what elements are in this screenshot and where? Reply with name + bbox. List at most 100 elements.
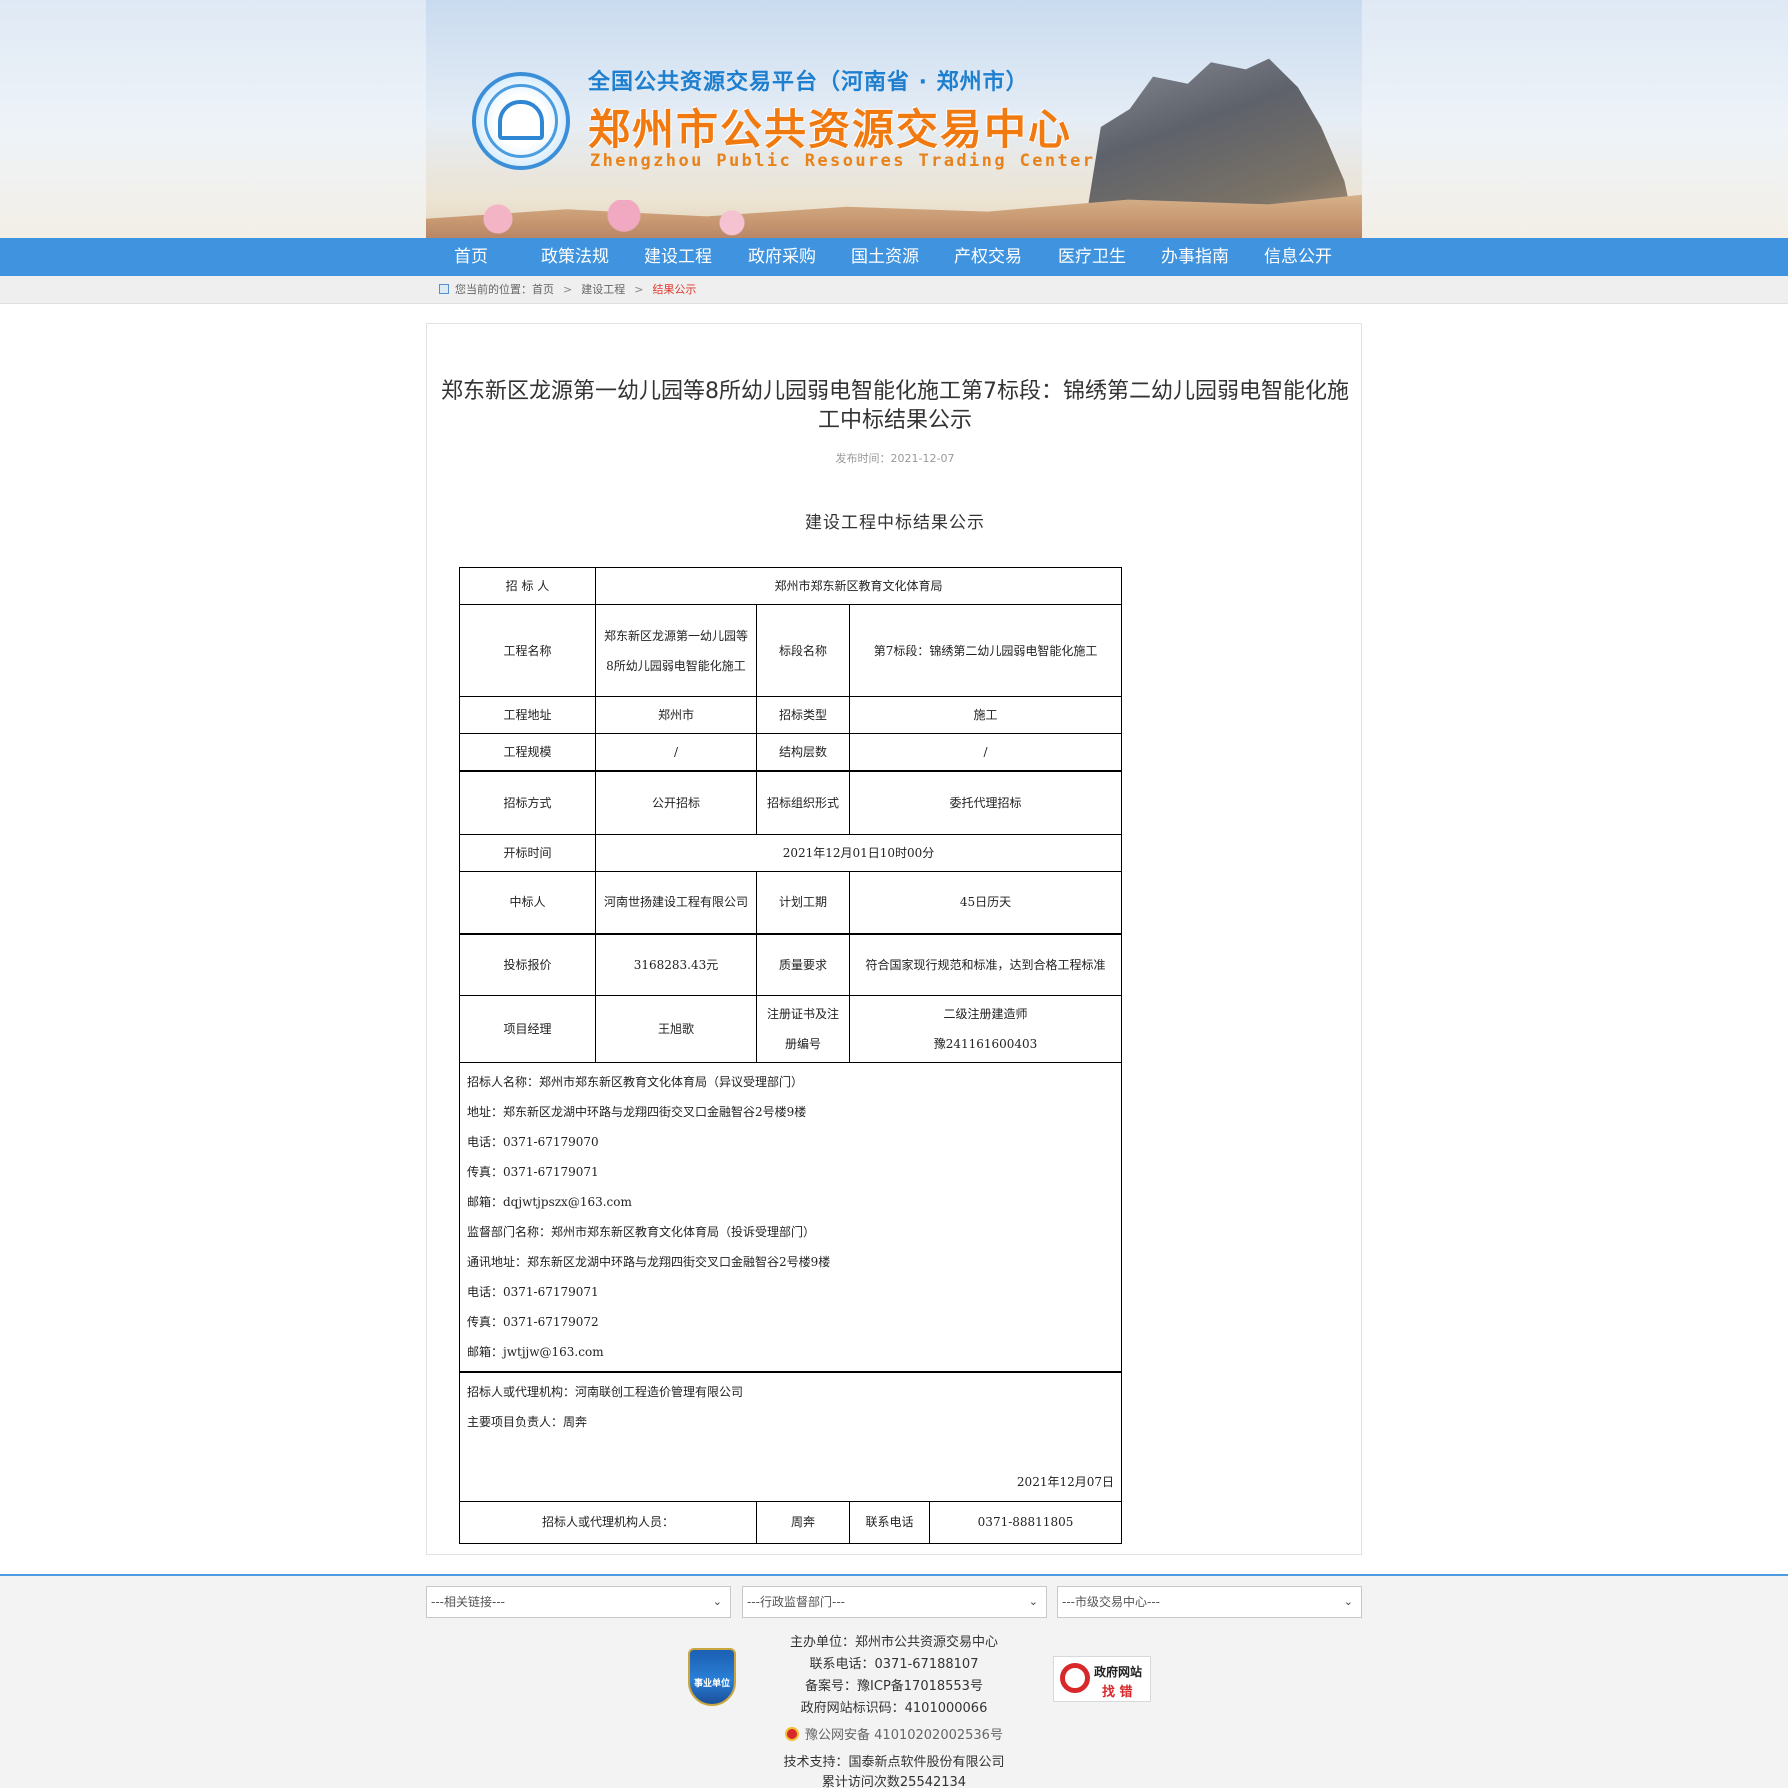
staff-label: 招标人或代理机构人员： (460, 1501, 757, 1543)
planned-period-value: 45日历天 (850, 871, 1122, 934)
result-table: 招 标 人 郑州市郑东新区教育文化体育局 工程名称 郑东新区龙源第一幼儿园等8所… (459, 567, 1122, 1544)
location-icon (439, 284, 449, 294)
table-row: 中标人 河南世扬建设工程有限公司 计划工期 45日历天 (460, 871, 1122, 934)
footer-phone: 联系电话：0371-67188107 (0, 1653, 1788, 1672)
nav-item-construction[interactable]: 建设工程 (644, 238, 712, 276)
center-name-en: Zhengzhou Public Resoures Trading Center (590, 151, 1095, 171)
breadcrumb-bar: 您当前的位置：首页 > 建设工程 > 结果公示 (0, 276, 1788, 304)
nav-item-home[interactable]: 首页 (454, 238, 488, 276)
structure-floors-value: / (850, 734, 1122, 772)
opening-time-label: 开标时间 (460, 834, 596, 871)
winner-value: 河南世扬建设工程有限公司 (596, 871, 757, 934)
footer-visits: 累计访问次数25542134 (0, 1771, 1788, 1788)
center-name: 郑州市公共资源交易中心 (588, 96, 1072, 157)
tenderer-value: 郑州市郑东新区教育文化体育局 (596, 568, 1122, 605)
footer-host: 主办单位：郑州市公共资源交易中心 (0, 1631, 1788, 1650)
police-record-link[interactable]: 豫公网安备 41010202002536号 (805, 1728, 1003, 1743)
nav-item-medical[interactable]: 医疗卫生 (1058, 238, 1126, 276)
footer: ---相关链接--- ⌄ ---行政监督部门--- ⌄ ---市级交易中心---… (0, 1574, 1788, 1788)
structure-floors-label: 结构层数 (757, 734, 850, 772)
table-row: 项目经理 王旭歌 注册证书及注册编号 二级注册建造师 豫241161600403 (460, 995, 1122, 1062)
table-row: 开标时间 2021年12月01日10时00分 (460, 834, 1122, 871)
city-center-value: ---市级交易中心--- (1062, 1595, 1160, 1609)
project-address-value: 郑州市 (596, 697, 757, 734)
table-row: 招标方式 公开招标 招标组织形式 委托代理招标 (460, 771, 1122, 834)
contact-line: 地址：郑东新区龙湖中环路与龙翔四街交叉口金融智谷2号楼9楼 (467, 1097, 1114, 1127)
quality-value: 符合国家现行规范和标准，达到合格工程标准 (850, 934, 1122, 995)
header-banner: 全国公共资源交易平台（河南省 · 郑州市） 郑州市公共资源交易中心 Zhengz… (0, 0, 1788, 238)
contact-line: 招标人名称：郑州市郑东新区教育文化体育局（异议受理部门） (467, 1067, 1114, 1097)
quality-label: 质量要求 (757, 934, 850, 995)
agency-line: 招标人或代理机构：河南联创工程造价管理有限公司 (467, 1377, 1114, 1407)
main-nav: 首页 政策法规 建设工程 政府采购 国土资源 产权交易 医疗卫生 办事指南 信息… (0, 238, 1788, 276)
admin-dept-select[interactable]: ---行政监督部门--- ⌄ (742, 1586, 1047, 1618)
tender-org-form-label: 招标组织形式 (757, 771, 850, 834)
breadcrumb-prefix: 您当前的位置： (455, 283, 532, 296)
contact-line: 监督部门名称：郑州市郑东新区教育文化体育局（投诉受理部门） (467, 1217, 1114, 1247)
banner-image: 全国公共资源交易平台（河南省 · 郑州市） 郑州市公共资源交易中心 Zhengz… (426, 0, 1362, 238)
phone-value: 0371-88811805 (930, 1501, 1122, 1543)
logo-emblem-icon[interactable] (472, 72, 570, 170)
project-address-label: 工程地址 (460, 697, 596, 734)
breadcrumb-current: 结果公示 (652, 283, 696, 296)
section-name-value: 第7标段：锦绣第二幼儿园弱电智能化施工 (850, 605, 1122, 697)
footer-police: 豫公网安备 41010202002536号 (0, 1724, 1788, 1743)
chevron-down-icon: ⌄ (1344, 1587, 1353, 1617)
chevron-down-icon: ⌄ (713, 1587, 722, 1617)
nav-item-disclosure[interactable]: 信息公开 (1264, 238, 1332, 276)
opening-time-value: 2021年12月01日10时00分 (596, 834, 1122, 871)
project-name-value: 郑东新区龙源第一幼儿园等8所幼儿园弱电智能化施工 (596, 605, 757, 697)
contact-line: 传真：0371-67179071 (467, 1157, 1114, 1187)
tender-method-label: 招标方式 (460, 771, 596, 834)
city-center-select[interactable]: ---市级交易中心--- ⌄ (1057, 1586, 1362, 1618)
project-scale-value: / (596, 734, 757, 772)
breadcrumb-separator: > (563, 283, 572, 296)
related-links-select[interactable]: ---相关链接--- ⌄ (426, 1586, 731, 1618)
section-name-label: 标段名称 (757, 605, 850, 697)
winner-label: 中标人 (460, 871, 596, 934)
table-row: 投标报价 3168283.43元 质量要求 符合国家现行规范和标准，达到合格工程… (460, 934, 1122, 995)
certificate-value: 二级注册建造师 豫241161600403 (850, 995, 1122, 1062)
manager-value: 王旭歌 (596, 995, 757, 1062)
planned-period-label: 计划工期 (757, 871, 850, 934)
related-links-value: ---相关链接--- (431, 1595, 505, 1609)
nav-item-land[interactable]: 国土资源 (851, 238, 919, 276)
icp-link[interactable]: 备案号：豫ICP备17018553号 (805, 1679, 983, 1694)
agency-block: 招标人或代理机构：河南联创工程造价管理有限公司 主要项目负责人：周奔 2021年… (460, 1372, 1122, 1502)
phone-label: 联系电话 (850, 1501, 930, 1543)
spacer-line (467, 1437, 1114, 1467)
contact-line: 电话：0371-67179071 (467, 1277, 1114, 1307)
scenery-flowers (426, 200, 786, 238)
tender-org-form-value: 委托代理招标 (850, 771, 1122, 834)
nav-item-guide[interactable]: 办事指南 (1161, 238, 1229, 276)
nav-item-policy[interactable]: 政策法规 (541, 238, 609, 276)
contact-line: 邮箱：dqjwtjpszx@163.com (467, 1187, 1114, 1217)
nav-item-property[interactable]: 产权交易 (954, 238, 1022, 276)
table-row: 工程地址 郑州市 招标类型 施工 (460, 697, 1122, 734)
staff-value: 周奔 (757, 1501, 850, 1543)
table-row: 工程规模 / 结构层数 / (460, 734, 1122, 772)
breadcrumb-separator: > (634, 283, 643, 296)
police-badge-icon (785, 1727, 799, 1741)
footer-tech: 技术支持：国泰新点软件股份有限公司 (0, 1751, 1788, 1770)
article-container: 郑东新区龙源第一幼儿园等8所幼儿园弱电智能化施工 第7标段：锦绣第二幼儿园弱电智能… (426, 323, 1362, 1555)
breadcrumb: 您当前的位置：首页 > 建设工程 > 结果公示 (439, 276, 696, 304)
agency-line: 主要项目负责人：周奔 (467, 1407, 1114, 1437)
contact-line: 通讯地址：郑东新区龙湖中环路与龙翔四街交叉口金融智谷2号楼9楼 (467, 1247, 1114, 1277)
document-heading: 建设工程中标结果公示 (427, 508, 1363, 533)
sign-date: 2021年12月07日 (467, 1467, 1114, 1497)
contact-line: 电话：0371-67179070 (467, 1127, 1114, 1157)
platform-line: 全国公共资源交易平台（河南省 · 郑州市） (588, 64, 1029, 96)
admin-dept-value: ---行政监督部门--- (747, 1595, 845, 1609)
project-name-label: 工程名称 (460, 605, 596, 697)
chevron-down-icon: ⌄ (1029, 1587, 1038, 1617)
nav-item-procurement[interactable]: 政府采购 (748, 238, 816, 276)
tenderer-label: 招 标 人 (460, 568, 596, 605)
table-row: 招标人名称：郑州市郑东新区教育文化体育局（异议受理部门） 地址：郑东新区龙湖中环… (460, 1062, 1122, 1372)
table-row: 招标人或代理机构人员： 周奔 联系电话 0371-88811805 (460, 1501, 1122, 1543)
breadcrumb-construction[interactable]: 建设工程 (581, 283, 625, 296)
certificate-number: 豫241161600403 (856, 1029, 1115, 1059)
breadcrumb-home[interactable]: 首页 (532, 283, 554, 296)
article-title: 郑东新区龙源第一幼儿园等8所幼儿园弱电智能化施工第7标段：锦绣第二幼儿园弱电智能… (437, 377, 1353, 435)
footer-gov-code: 政府网站标识码：4101000066 (0, 1697, 1788, 1716)
